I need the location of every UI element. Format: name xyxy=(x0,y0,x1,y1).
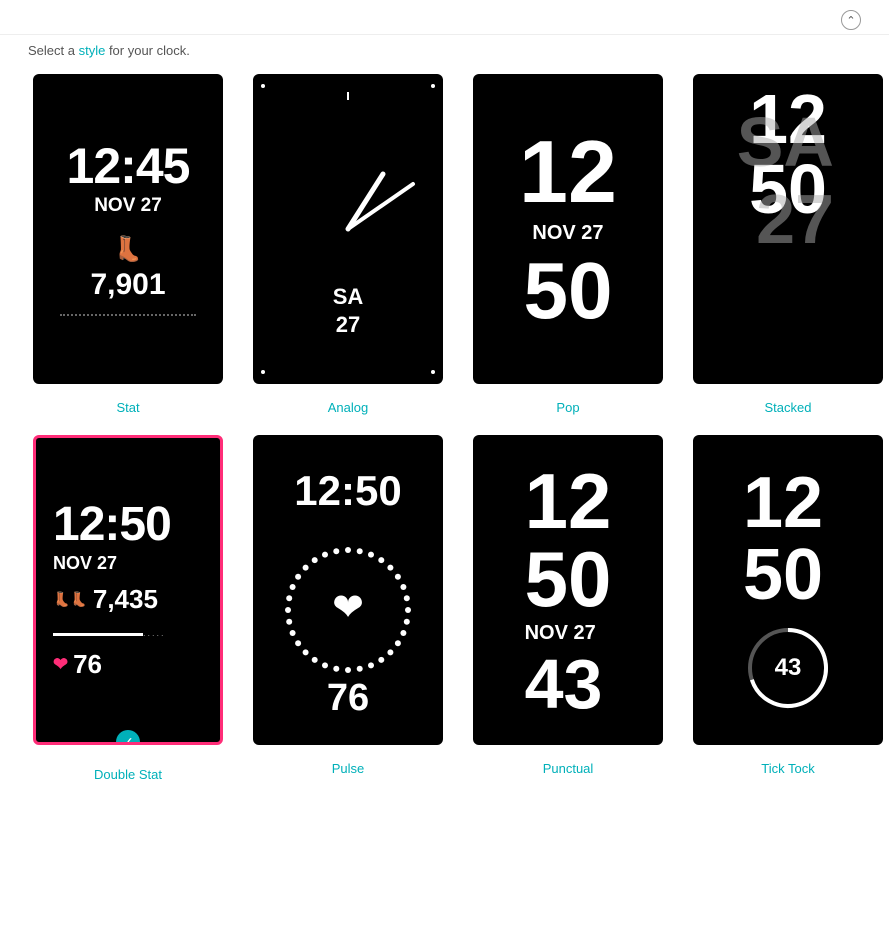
subtitle: Select a style for your clock. xyxy=(0,35,889,74)
clock-face-stacked[interactable]: 12 50 SA 27 xyxy=(693,74,883,384)
clock-item-analog[interactable]: SA 27 Analog xyxy=(248,74,448,415)
selected-style-display: ⌃ xyxy=(835,10,861,30)
clock-item-stat[interactable]: 12:45 NOV 27 👢 7,901 Stat xyxy=(28,74,228,415)
clock-face-ticktock[interactable]: 12 50 43 xyxy=(693,435,883,745)
clock-label-pulse: Pulse xyxy=(332,761,365,776)
clock-face-analog[interactable]: SA 27 xyxy=(253,74,443,384)
clock-item-pop[interactable]: 12 NOV 27 50 Pop xyxy=(468,74,668,415)
chevron-up-icon[interactable]: ⌃ xyxy=(841,10,861,30)
svg-text:27: 27 xyxy=(336,312,360,337)
clock-item-doublestat[interactable]: 12:50 NOV 27 👢👢7,435 ..... ❤76 ✓ Double S… xyxy=(28,435,228,782)
clock-item-punctual[interactable]: 12 50 NOV 27 43 Punctual xyxy=(468,435,668,782)
style-highlight: style xyxy=(79,43,106,58)
svg-text:SA: SA xyxy=(333,284,364,309)
clock-face-stat[interactable]: 12:45 NOV 27 👢 7,901 xyxy=(33,74,223,384)
clock-grid: 12:45 NOV 27 👢 7,901 Stat SA 27 Analog 1… xyxy=(0,74,889,812)
svg-text:12:50: 12:50 xyxy=(294,467,401,514)
clock-label-stacked: Stacked xyxy=(765,400,812,415)
header: ⌃ xyxy=(0,0,889,35)
clock-label-punctual: Punctual xyxy=(543,761,594,776)
clock-item-stacked[interactable]: 12 50 SA 27 Stacked xyxy=(688,74,888,415)
clock-label-doublestat: Double Stat xyxy=(94,767,162,782)
clock-face-punctual[interactable]: 12 50 NOV 27 43 xyxy=(473,435,663,745)
clock-item-ticktock[interactable]: 12 50 43 Tick Tock xyxy=(688,435,888,782)
clock-face-pop[interactable]: 12 NOV 27 50 xyxy=(473,74,663,384)
svg-text:76: 76 xyxy=(327,677,369,719)
clock-label-analog: Analog xyxy=(328,400,368,415)
clock-face-doublestat[interactable]: 12:50 NOV 27 👢👢7,435 ..... ❤76 ✓ xyxy=(33,435,223,745)
clock-label-stat: Stat xyxy=(116,400,139,415)
clock-label-pop: Pop xyxy=(556,400,579,415)
clock-label-ticktock: Tick Tock xyxy=(761,761,814,776)
clock-face-pulse[interactable]: 12:50 ❤ 76 xyxy=(253,435,443,745)
svg-text:❤: ❤ xyxy=(332,587,364,629)
clock-item-pulse[interactable]: 12:50 ❤ 76 Pulse xyxy=(248,435,448,782)
